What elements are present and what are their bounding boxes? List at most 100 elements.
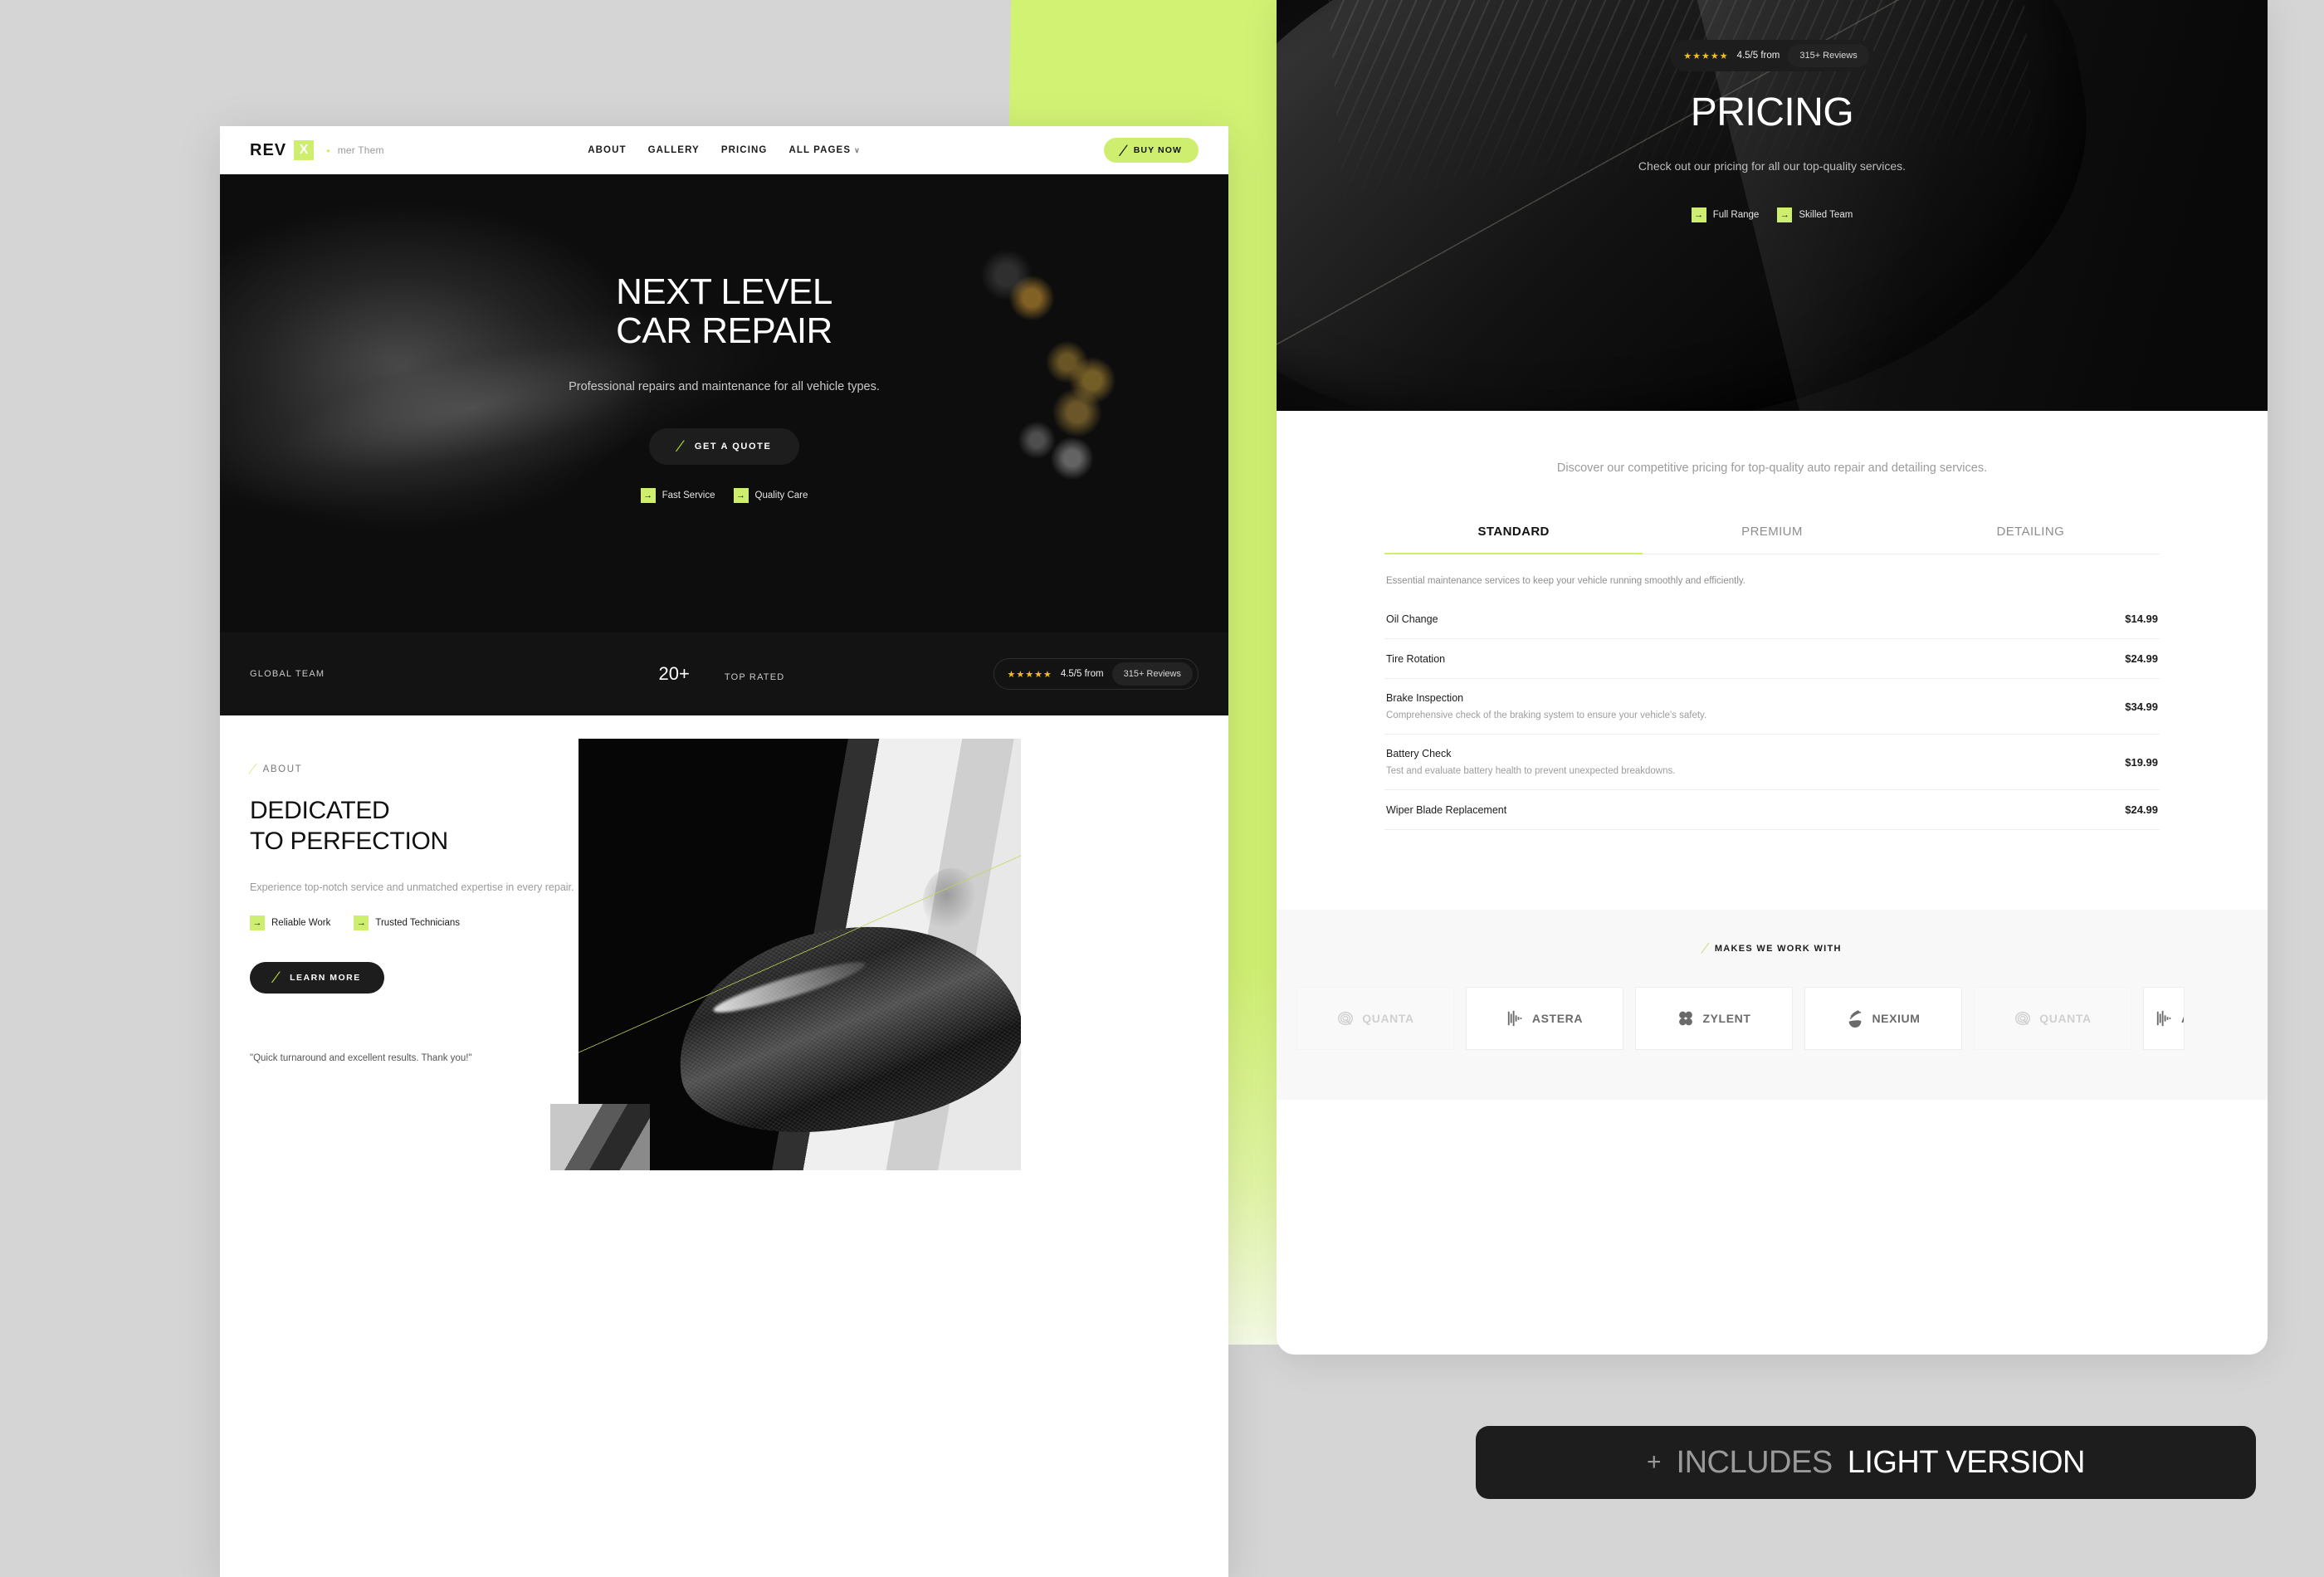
light-version-banner: + INCLUDES LIGHT VERSION xyxy=(1476,1426,2256,1499)
service-price: $34.99 xyxy=(2125,700,2158,713)
brand-name: ZYLENT xyxy=(1702,1012,1751,1026)
tab-standard[interactable]: STANDARD xyxy=(1384,525,1643,555)
pricing-tabs: STANDARD PREMIUM DETAILING xyxy=(1384,525,2160,555)
tab-detailing[interactable]: DETAILING xyxy=(1902,525,2160,554)
pricing-hero-subtitle: Check out our pricing for all our top-qu… xyxy=(1638,159,1907,173)
brand-card-quanta-2[interactable]: QUANTA xyxy=(1974,987,2131,1051)
pricing-hero-section: ★★★★★ 4.5/5 from 315+ Reviews PRICING Ch… xyxy=(1277,0,2268,411)
brands-eyebrow: ╱ MAKES WE WORK WITH xyxy=(1277,943,2268,954)
buy-now-label: BUY NOW xyxy=(1133,145,1182,155)
about-title-line2: TO PERFECTION xyxy=(250,827,448,855)
shell-icon xyxy=(1849,1010,1862,1028)
table-row[interactable]: Tire Rotation $24.99 xyxy=(1384,639,2160,680)
arrow-right-icon: → xyxy=(250,915,265,930)
table-row[interactable]: Battery Check Test and evaluate battery … xyxy=(1384,735,2160,791)
brand-card-nexium[interactable]: NEXIUM xyxy=(1804,987,1962,1051)
about-section: ╱ ABOUT DEDICATED TO PERFECTION Experien… xyxy=(220,715,1228,1170)
about-title-line1: DEDICATED xyxy=(250,797,390,824)
bars-icon xyxy=(2156,1011,2171,1027)
pricing-hero-badges: → Full Range → Skilled Team xyxy=(1277,207,2268,222)
brand-name: QUANTA xyxy=(2039,1012,2092,1026)
slash-icon: ╱ xyxy=(248,764,256,774)
badge-fast-service: → Fast Service xyxy=(640,487,715,503)
service-name: Wiper Blade Replacement xyxy=(1386,803,1507,816)
get-a-quote-label: GET A QUOTE xyxy=(694,441,772,452)
service-price: $19.99 xyxy=(2125,755,2158,769)
service-name: Battery Check xyxy=(1386,748,1452,760)
screenshot-stage: REV X • mer Them ABOUT GALLERY PRICING A… xyxy=(0,0,2324,1577)
slash-icon: ╱ xyxy=(1119,145,1128,156)
table-row[interactable]: Wiper Blade Replacement $24.99 xyxy=(1384,790,2160,831)
service-name: Tire Rotation xyxy=(1386,652,1446,665)
service-name: Brake Inspection xyxy=(1386,692,1464,705)
badge-skilled-team: → Skilled Team xyxy=(1777,207,1853,222)
brand-card-quanta[interactable]: QUANTA xyxy=(1296,987,1454,1051)
brand-logo-strip: QUANTA ASTERA ZYLENT NEXIUM QUANTA xyxy=(1277,987,2268,1051)
table-row[interactable]: Oil Change $14.99 xyxy=(1384,599,2160,640)
pricing-list: Oil Change $14.99 Tire Rotation $24.99 B… xyxy=(1384,599,2160,831)
about-eyebrow-label: ABOUT xyxy=(262,764,303,774)
table-row[interactable]: Brake Inspection Comprehensive check of … xyxy=(1384,679,2160,735)
badge-label: Trusted Technicians xyxy=(375,917,461,928)
rating-reviews-chip: 315+ Reviews xyxy=(1111,662,1193,686)
bars-icon xyxy=(1507,1011,1522,1027)
primary-nav: ABOUT GALLERY PRICING ALL PAGES ∨ xyxy=(588,145,861,155)
nav-item-all-pages[interactable]: ALL PAGES ∨ xyxy=(788,145,860,155)
about-thumbnail-photo xyxy=(550,1104,650,1170)
pricing-body: Discover our competitive pricing for top… xyxy=(1277,411,2268,1101)
stat-global-team-label: GLOBAL TEAM xyxy=(250,669,325,679)
navbar: REV X • mer Them ABOUT GALLERY PRICING A… xyxy=(220,126,1228,174)
brands-section: ╱ MAKES WE WORK WITH QUANTA ASTERA ZYLEN… xyxy=(1277,910,2268,1101)
badge-label: Fast Service xyxy=(662,490,715,500)
pricing-intro-text: Discover our competitive pricing for top… xyxy=(1556,461,1988,475)
logo-tagline: mer Them xyxy=(337,144,384,156)
nav-item-pricing[interactable]: PRICING xyxy=(721,145,768,155)
hero-title-line2: CAR REPAIR xyxy=(616,310,832,352)
buy-now-button[interactable]: ╱ BUY NOW xyxy=(1104,138,1199,163)
tab-description: Essential maintenance services to keep y… xyxy=(1386,576,1745,587)
logo-x-badge: X xyxy=(294,140,315,160)
clover-icon xyxy=(1679,1012,1693,1026)
logo[interactable]: REV X • mer Them xyxy=(250,140,384,160)
brand-name: QUANTA xyxy=(1362,1012,1414,1026)
badge-label: Full Range xyxy=(1712,209,1760,220)
arrow-right-icon: → xyxy=(640,487,656,503)
banner-includes-label: INCLUDES xyxy=(1676,1444,1833,1480)
slash-icon: ╱ xyxy=(676,442,685,452)
brand-card-astera-2[interactable]: ASTERA xyxy=(2143,987,2185,1051)
nav-item-gallery[interactable]: GALLERY xyxy=(648,145,700,155)
hero-section: NEXT LEVEL CAR REPAIR Professional repai… xyxy=(220,174,1228,632)
rating-score: 4.5/5 from xyxy=(1060,669,1104,679)
arrow-right-icon: → xyxy=(1777,207,1793,222)
service-note: Test and evaluate battery health to prev… xyxy=(1386,766,1676,777)
brands-eyebrow-label: MAKES WE WORK WITH xyxy=(1714,943,1842,954)
rating-pill: ★★★★★ 4.5/5 from 315+ Reviews xyxy=(993,658,1199,690)
service-price: $24.99 xyxy=(2125,803,2158,817)
tab-premium[interactable]: PREMIUM xyxy=(1643,525,1901,554)
arrow-right-icon: → xyxy=(733,487,749,503)
slash-icon: ╱ xyxy=(1701,944,1709,954)
badge-quality-care: → Quality Care xyxy=(733,487,808,503)
hero-subtitle: Professional repairs and maintenance for… xyxy=(569,380,880,394)
nav-item-about[interactable]: ABOUT xyxy=(588,145,626,155)
logo-dot-icon: • xyxy=(326,144,330,157)
hero-title-line1: NEXT LEVEL xyxy=(616,271,832,312)
arrow-right-icon: → xyxy=(1691,207,1706,222)
learn-more-label: LEARN MORE xyxy=(290,972,361,983)
learn-more-button[interactable]: ╱ LEARN MORE xyxy=(250,961,384,994)
service-price: $24.99 xyxy=(2125,652,2158,666)
stat-top-rated-label: TOP RATED xyxy=(724,672,785,682)
service-name: Oil Change xyxy=(1386,613,1438,625)
get-a-quote-button[interactable]: ╱ GET A QUOTE xyxy=(648,427,800,465)
badge-label: Quality Care xyxy=(754,490,808,500)
badge-reliable-work: → Reliable Work xyxy=(250,915,330,930)
pricing-rating-pill: ★★★★★ 4.5/5 from 315+ Reviews xyxy=(1670,40,1874,71)
banner-light-version-label: LIGHT VERSION xyxy=(1847,1444,2086,1480)
nav-all-pages-label: ALL PAGES xyxy=(788,145,852,155)
hero-stats-bar: GLOBAL TEAM 20+ TOP RATED ★★★★★ 4.5/5 fr… xyxy=(220,632,1228,715)
brand-card-zylent[interactable]: ZYLENT xyxy=(1635,987,1793,1051)
brand-card-astera[interactable]: ASTERA xyxy=(1466,987,1623,1051)
plus-icon: + xyxy=(1647,1448,1662,1476)
hero-badges: → Fast Service → Quality Care xyxy=(220,487,1228,503)
service-note: Comprehensive check of the braking syste… xyxy=(1386,710,1707,721)
